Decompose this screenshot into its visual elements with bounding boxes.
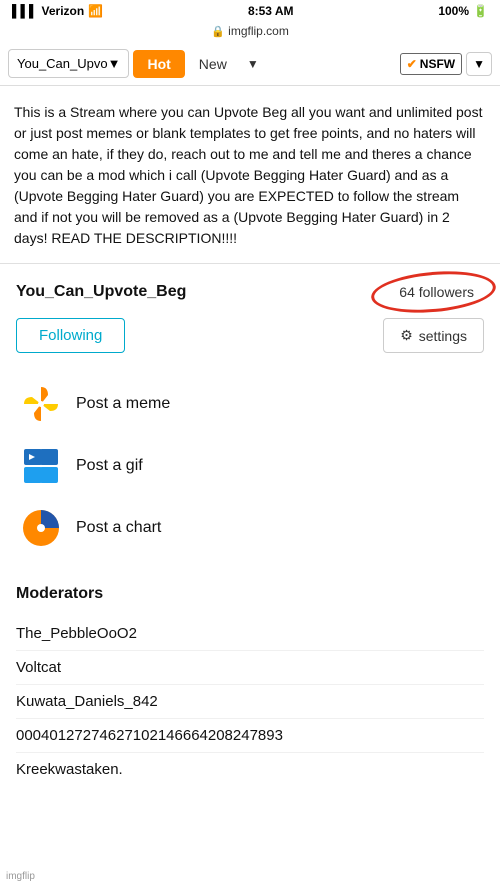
status-bar: ▌▌▌ Verizon 📶 8:53 AM 100% 🔋 bbox=[0, 0, 500, 22]
nsfw-section: ✔ NSFW ▼ bbox=[400, 52, 492, 76]
nav-bar: You_Can_Upvo▼ Hot New ▼ ✔ NSFW ▼ bbox=[0, 42, 500, 86]
gear-icon: ⚙ bbox=[400, 327, 413, 344]
meme-icon bbox=[20, 383, 62, 425]
dropdown-arrow[interactable]: ▼ bbox=[241, 51, 265, 77]
nsfw-label: NSFW bbox=[420, 57, 455, 71]
status-time: 8:53 AM bbox=[248, 4, 294, 18]
nsfw-checkmark: ✔ bbox=[407, 57, 417, 71]
url-text: imgflip.com bbox=[228, 24, 289, 38]
list-item[interactable]: Kuwata_Daniels_842 bbox=[16, 685, 484, 719]
post-chart-label: Post a chart bbox=[76, 519, 161, 537]
nav-right-arrow[interactable]: ▼ bbox=[466, 52, 492, 76]
stream-name: You_Can_Upvote_Beg bbox=[16, 283, 186, 301]
stream-dropdown-label: You_Can_Upvo▼ bbox=[17, 56, 120, 71]
lock-icon: 🔒 bbox=[211, 26, 225, 38]
battery-icon: 🔋 bbox=[473, 4, 488, 18]
post-meme-item[interactable]: Post a meme bbox=[16, 373, 484, 435]
post-gif-label: Post a gif bbox=[76, 457, 143, 475]
list-item[interactable]: The_PebbleOoO2 bbox=[16, 617, 484, 651]
following-button[interactable]: Following bbox=[16, 318, 125, 353]
moderators-title: Moderators bbox=[16, 585, 484, 603]
settings-button[interactable]: ⚙ settings bbox=[383, 318, 484, 353]
moderators-section: Moderators The_PebbleOoO2 Voltcat Kuwata… bbox=[0, 569, 500, 802]
carrier-info: ▌▌▌ Verizon 📶 bbox=[12, 4, 103, 18]
list-item[interactable]: Voltcat bbox=[16, 651, 484, 685]
post-items-list: Post a meme Post a gif bbox=[16, 373, 484, 569]
url-bar[interactable]: 🔒 imgflip.com bbox=[0, 22, 500, 42]
description-text: This is a Stream where you can Upvote Be… bbox=[14, 102, 486, 249]
new-tab[interactable]: New bbox=[189, 50, 237, 78]
list-item[interactable]: 00040127274627102146664208247893 bbox=[16, 719, 484, 753]
watermark: imgflip bbox=[6, 871, 35, 882]
stream-dropdown[interactable]: You_Can_Upvo▼ bbox=[8, 49, 129, 78]
followers-text: 64 followers bbox=[399, 284, 474, 300]
stream-description: This is a Stream where you can Upvote Be… bbox=[0, 86, 500, 264]
post-meme-label: Post a meme bbox=[76, 395, 170, 413]
followers-count: 64 followers bbox=[389, 280, 484, 304]
battery-info: 100% 🔋 bbox=[438, 4, 488, 18]
carrier-name: Verizon bbox=[42, 4, 85, 18]
hot-tab[interactable]: Hot bbox=[133, 50, 184, 78]
nsfw-toggle[interactable]: ✔ NSFW bbox=[400, 53, 462, 75]
post-chart-item[interactable]: Post a chart bbox=[16, 497, 484, 559]
wifi-icon: 📶 bbox=[88, 4, 103, 18]
gif-icon bbox=[20, 445, 62, 487]
chart-icon bbox=[20, 507, 62, 549]
signal-icon: ▌▌▌ bbox=[12, 4, 38, 18]
action-row: Following ⚙ settings bbox=[16, 318, 484, 353]
stream-card: You_Can_Upvote_Beg 64 followers Followin… bbox=[0, 264, 500, 569]
settings-label: settings bbox=[419, 328, 467, 344]
post-gif-item[interactable]: Post a gif bbox=[16, 435, 484, 497]
stream-header: You_Can_Upvote_Beg 64 followers bbox=[16, 280, 484, 304]
battery-label: 100% bbox=[438, 4, 469, 18]
list-item[interactable]: Kreekwastaken. bbox=[16, 753, 484, 786]
